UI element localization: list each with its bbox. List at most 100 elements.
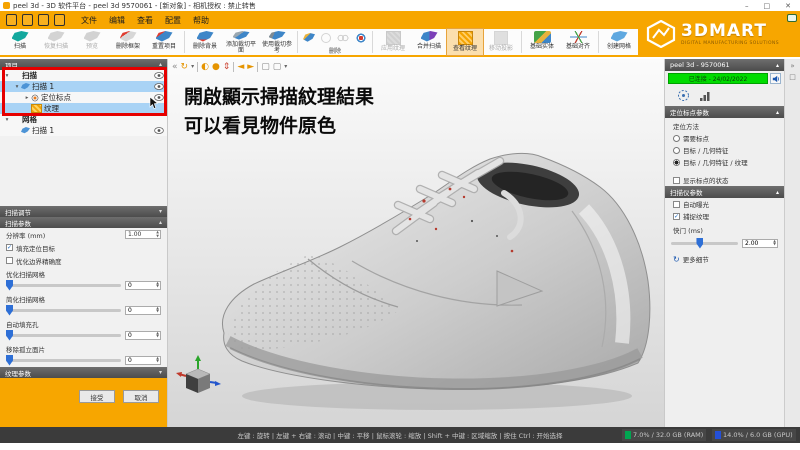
toolbar-button[interactable]: 移动投影	[483, 29, 519, 55]
slider-track[interactable]	[6, 309, 121, 312]
section-scan-adjust[interactable]: 扫描调节 ▾	[0, 206, 167, 217]
expander-icon[interactable]: ▾	[3, 117, 11, 123]
fit-view-icon[interactable]: ⇕	[223, 62, 231, 72]
viewport-3d[interactable]: «↻▾◐●⇕◄►▢▢▾ 開啟顯示掃描紋理結果 可以看見物件原色	[168, 59, 664, 427]
collapse-panel-icon[interactable]: «	[172, 62, 178, 72]
open-project-icon[interactable]	[22, 14, 33, 26]
free-selection-icon[interactable]: ▢	[273, 62, 282, 72]
expander-icon[interactable]: ▾	[3, 73, 11, 79]
toolbar-button[interactable]: 基础对齐	[560, 29, 596, 55]
menu-item[interactable]: 帮助	[193, 15, 209, 26]
rectangle-selection-icon[interactable]: ▢	[261, 62, 270, 72]
radio-button[interactable]	[673, 147, 680, 154]
tree-item[interactable]: 扫描 1	[0, 125, 167, 136]
expander-icon[interactable]: ▸	[23, 95, 31, 101]
toolbar-button[interactable]: 重置项目	[146, 29, 182, 55]
toolbar-button[interactable]: 删除框架	[110, 29, 146, 55]
project-panel-header[interactable]: 项目 ▴	[0, 59, 167, 70]
toolbar-button[interactable]: 查看纹理	[447, 29, 483, 55]
orientation-cube[interactable]	[176, 355, 222, 401]
next-frame-icon[interactable]: ►	[247, 62, 254, 72]
visibility-eye-icon[interactable]	[154, 83, 164, 90]
delete-targets-icon[interactable]	[303, 33, 315, 43]
tree-item[interactable]: ▾ 扫描	[0, 70, 167, 81]
rotate-view-menu-icon[interactable]: ▾	[191, 63, 194, 70]
checkbox[interactable]	[673, 177, 680, 184]
slider-value-spinner[interactable]: 0 ▲▼	[125, 356, 161, 365]
menu-item[interactable]: 编辑	[109, 15, 125, 26]
menu-item[interactable]: 查看	[137, 15, 153, 26]
save-project-icon[interactable]	[38, 14, 49, 26]
visibility-eye-icon[interactable]	[154, 127, 164, 134]
shaded-view-icon[interactable]: ◐	[201, 62, 209, 72]
slider-value-spinner[interactable]: 0 ▲▼	[125, 281, 161, 290]
section-scanner-params[interactable]: 扫描仪参数 ▴	[665, 186, 784, 198]
section-scan-params[interactable]: 扫描参数 ▴	[0, 217, 167, 228]
slider-handle[interactable]	[6, 305, 13, 316]
cancel-button[interactable]: 取消	[123, 390, 159, 403]
maximize-button[interactable]: □	[764, 2, 771, 10]
spinner-arrows-icon[interactable]: ▲▼	[156, 282, 159, 289]
tree-item[interactable]: ▾ 扫描 1	[0, 81, 167, 92]
minimize-button[interactable]: –	[745, 2, 749, 10]
shutter-slider-track[interactable]	[671, 242, 738, 245]
toolbar-button[interactable]: 使用裁切参考	[259, 29, 295, 55]
spinner-arrows-icon[interactable]: ▲▼	[156, 307, 159, 314]
previous-frame-icon[interactable]: ◄	[237, 62, 244, 72]
menu-item[interactable]: 文件	[81, 15, 97, 26]
radio-button[interactable]	[673, 159, 680, 166]
shutter-spinner[interactable]: 2.00 ▲▼	[742, 239, 778, 248]
tree-item[interactable]: ▸ 定位标点	[0, 92, 167, 103]
sensitivity-level-icon[interactable]	[699, 90, 711, 102]
toolbar-button[interactable]: 恢复扫描	[38, 29, 74, 55]
expander-icon[interactable]: ▾	[13, 84, 21, 90]
slider-value-spinner[interactable]: 0 ▲▼	[125, 306, 161, 315]
checkbox[interactable]	[673, 201, 680, 208]
accept-button[interactable]: 接受	[79, 390, 115, 403]
toolbar-separator[interactable]	[257, 62, 258, 72]
visibility-eye-icon[interactable]	[154, 94, 164, 101]
toolbar-button[interactable]: 预览	[74, 29, 110, 55]
spinner-arrows-icon[interactable]: ▲▼	[156, 332, 159, 339]
tree-item[interactable]: 纹理	[0, 103, 167, 114]
checkbox[interactable]	[6, 257, 13, 264]
sound-button[interactable]	[770, 73, 781, 84]
slider-handle[interactable]	[6, 280, 13, 291]
toolbar-button[interactable]: 添加裁切平面	[223, 29, 259, 55]
slider-handle[interactable]	[6, 355, 13, 366]
rotate-view-icon[interactable]: ↻	[181, 62, 189, 72]
targeting-mode-icon[interactable]	[677, 89, 690, 102]
visibility-eye-icon[interactable]	[154, 72, 164, 79]
delete-marker-icon[interactable]	[355, 33, 367, 43]
toolbar-button[interactable]: 创建网格	[601, 29, 637, 55]
menu-item[interactable]: 配置	[165, 15, 181, 26]
more-details-link[interactable]: ↻ 更多细节	[665, 250, 784, 268]
new-project-icon[interactable]	[6, 14, 17, 26]
spinner-arrows-icon[interactable]: ▲▼	[156, 231, 159, 238]
toolbar-button[interactable]: 合并扫描	[411, 29, 447, 55]
toolbar-button[interactable]: 删除背景	[187, 29, 223, 55]
export-project-icon[interactable]	[54, 14, 65, 26]
section-texture-params[interactable]: 纹理参数 ▾	[0, 367, 167, 378]
close-button[interactable]: ✕	[785, 2, 791, 10]
selection-menu-icon[interactable]: ▾	[284, 63, 287, 70]
slider-handle[interactable]	[6, 330, 13, 341]
checkbox[interactable]	[6, 244, 13, 251]
toolbar-separator[interactable]	[197, 62, 198, 72]
delete-patches-icon[interactable]	[337, 33, 349, 43]
radio-button[interactable]	[673, 135, 680, 142]
slider-track[interactable]	[6, 359, 121, 362]
checkbox[interactable]	[673, 213, 680, 220]
resolution-spinner[interactable]: 1.00 ▲▼	[125, 230, 161, 239]
chat-icon[interactable]	[787, 14, 797, 22]
spinner-arrows-icon[interactable]: ▲▼	[773, 240, 776, 247]
shutter-slider-handle[interactable]	[696, 238, 703, 249]
scanned-shoe-model[interactable]	[212, 101, 664, 421]
expand-panel-icon[interactable]: »	[785, 62, 800, 70]
scanner-panel-header[interactable]: peel 3d - 9570061 ▴	[665, 59, 784, 71]
toolbar-separator[interactable]	[233, 62, 234, 72]
tree-item[interactable]: ▾ 网格	[0, 114, 167, 125]
toolbar-button[interactable]: 应用纹理	[375, 29, 411, 55]
slider-track[interactable]	[6, 284, 121, 287]
slider-value-spinner[interactable]: 0 ▲▼	[125, 331, 161, 340]
